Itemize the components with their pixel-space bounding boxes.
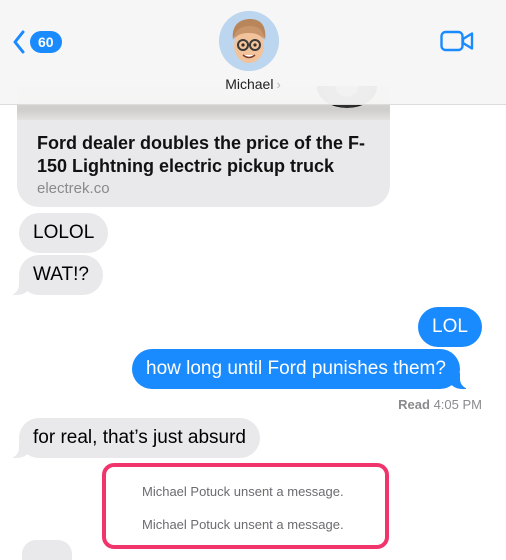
unread-count-badge: 60 bbox=[30, 31, 62, 53]
read-status: Read bbox=[398, 397, 430, 412]
message-bubble-outgoing[interactable]: how long until Ford punishes them? bbox=[132, 349, 472, 389]
unsent-notice-highlight: Michael Potuck unsent a message. Michael… bbox=[102, 463, 389, 549]
contact-avatar[interactable] bbox=[219, 11, 279, 71]
contact-name-button[interactable]: Michael › bbox=[0, 76, 506, 92]
contact-name: Michael bbox=[225, 76, 274, 92]
message-bubble-incoming[interactable]: LOLOL bbox=[19, 213, 109, 253]
message-bubble-partial[interactable] bbox=[22, 540, 72, 560]
message-bubble-outgoing[interactable]: LOL bbox=[418, 307, 482, 347]
read-time: 4:05 PM bbox=[433, 397, 482, 412]
link-preview-title: Ford dealer doubles the price of the F-1… bbox=[37, 133, 366, 176]
unsent-notice: Michael Potuck unsent a message. bbox=[142, 484, 344, 499]
message-bubble-incoming[interactable]: for real, that’s just absurd bbox=[7, 418, 260, 458]
read-receipt: Read 4:05 PM bbox=[398, 397, 482, 412]
facetime-video-icon[interactable] bbox=[440, 30, 474, 52]
memoji-avatar-icon bbox=[219, 11, 279, 71]
chevron-left-icon bbox=[13, 30, 25, 54]
unsent-notice: Michael Potuck unsent a message. bbox=[142, 517, 344, 532]
message-bubble-incoming[interactable]: WAT!? bbox=[7, 255, 103, 295]
link-preview-domain: electrek.co bbox=[37, 180, 110, 197]
back-button[interactable]: 60 bbox=[12, 28, 62, 56]
chevron-right-icon: › bbox=[276, 77, 281, 92]
conversation-header: 60 Michael › bbox=[0, 0, 506, 105]
